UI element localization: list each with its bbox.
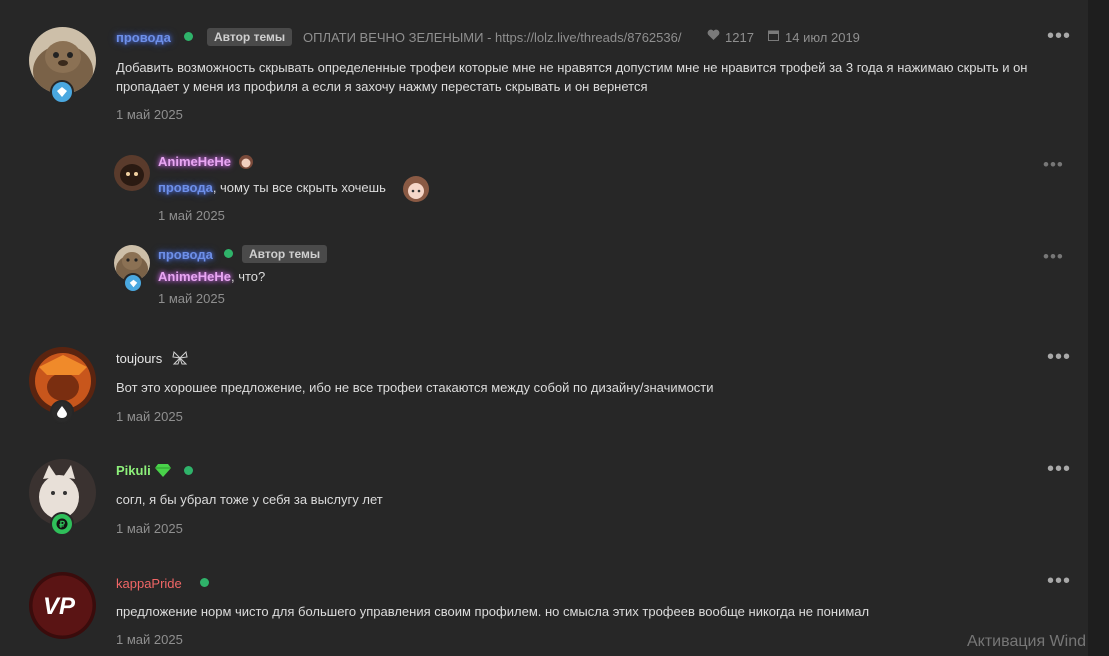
reply-author-name[interactable]: провода xyxy=(158,247,213,262)
author-badge: Автор темы xyxy=(242,245,328,263)
comment-author-name[interactable]: toujours xyxy=(116,351,162,366)
thread-author-name[interactable]: провода xyxy=(116,30,171,45)
reply-menu-icon[interactable]: ••• xyxy=(1043,156,1064,173)
calendar-icon xyxy=(768,29,779,44)
svg-text:₽: ₽ xyxy=(59,520,65,530)
comment-date[interactable]: 1 май 2025 xyxy=(116,409,183,424)
comment-text: предложение норм чисто для большего упра… xyxy=(116,604,870,619)
gem-icon xyxy=(155,463,171,480)
comment-text: согл, я бы убрал тоже у себя за выслугу … xyxy=(116,492,383,507)
avatar[interactable] xyxy=(114,155,150,191)
reply-menu-icon[interactable]: ••• xyxy=(1043,248,1064,265)
author-badge: Автор темы xyxy=(207,28,293,46)
online-indicator xyxy=(184,466,193,475)
thread-date: 14 июл 2019 xyxy=(785,30,860,45)
droplet-badge-icon xyxy=(50,400,74,424)
online-indicator xyxy=(200,578,209,587)
comment-date[interactable]: 1 май 2025 xyxy=(116,521,183,536)
reply-text: AnimeHeHe, что? xyxy=(158,267,265,286)
reply-date[interactable]: 1 май 2025 xyxy=(158,291,225,306)
avatar-logo-text: VP xyxy=(43,593,76,620)
mention-link[interactable]: AnimeHeHe xyxy=(158,269,231,284)
reply-author-name[interactable]: AnimeHeHe xyxy=(158,154,231,169)
post-body: Добавить возможность скрывать определенн… xyxy=(116,60,1028,94)
more-menu-icon[interactable]: ••• xyxy=(1047,26,1071,46)
online-indicator xyxy=(224,249,233,258)
thread-panel xyxy=(0,0,1088,656)
butterfly-icon xyxy=(172,350,188,368)
comment-author-name[interactable]: Pikuli xyxy=(116,463,151,478)
diamond-badge-icon xyxy=(50,80,74,104)
reply-text-content: , что? xyxy=(230,269,266,284)
post-date[interactable]: 1 май 2025 xyxy=(116,107,183,122)
ruble-badge-icon: ₽ xyxy=(50,512,74,536)
online-indicator xyxy=(184,32,193,41)
anime-girl-icon xyxy=(237,154,255,173)
activation-watermark: Активация Wind xyxy=(967,633,1086,650)
anime-girl-emoji-icon xyxy=(401,174,431,207)
reply-text-content: , чому ты все скрыть хочешь xyxy=(212,180,386,195)
heart-icon[interactable] xyxy=(707,29,720,44)
reply-date[interactable]: 1 май 2025 xyxy=(158,208,225,223)
comment-menu-icon[interactable]: ••• xyxy=(1047,571,1071,591)
comment-date[interactable]: 1 май 2025 xyxy=(116,632,183,647)
comment-menu-icon[interactable]: ••• xyxy=(1047,459,1071,479)
scrollbar-track[interactable] xyxy=(1088,0,1109,656)
comment-author-name[interactable]: kappaPride xyxy=(116,576,182,591)
thread-link[interactable]: ОПЛАТИ ВЕЧНО ЗЕЛЕНЫМИ - https://lolz.liv… xyxy=(303,30,681,45)
reply-text: провода, чому ты все скрыть хочешь xyxy=(158,178,386,197)
avatar[interactable]: VP xyxy=(29,572,96,639)
likes-count: 1217 xyxy=(725,30,754,45)
comment-menu-icon[interactable]: ••• xyxy=(1047,347,1071,367)
mention-link[interactable]: провода xyxy=(158,180,213,195)
diamond-badge-icon xyxy=(123,273,143,293)
comment-text: Вот это хорошее предложение, ибо не все … xyxy=(116,380,714,395)
